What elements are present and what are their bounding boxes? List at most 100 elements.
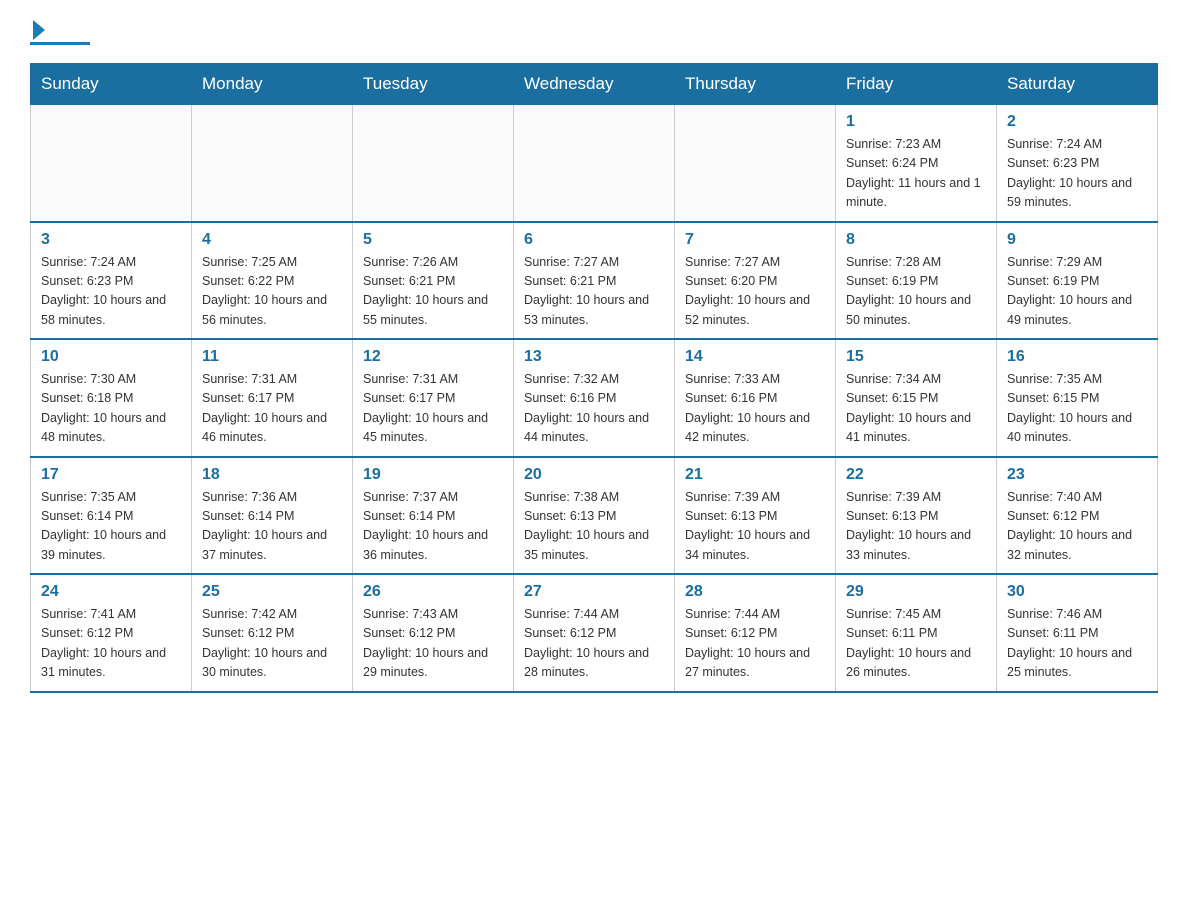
day-info: Sunrise: 7:45 AMSunset: 6:11 PMDaylight:…	[846, 605, 986, 683]
header-wednesday: Wednesday	[514, 64, 675, 105]
calendar-cell	[31, 105, 192, 222]
day-info: Sunrise: 7:39 AMSunset: 6:13 PMDaylight:…	[846, 488, 986, 566]
day-number: 21	[685, 466, 825, 484]
day-number: 18	[202, 466, 342, 484]
day-number: 6	[524, 231, 664, 249]
day-info: Sunrise: 7:38 AMSunset: 6:13 PMDaylight:…	[524, 488, 664, 566]
calendar-cell: 13 Sunrise: 7:32 AMSunset: 6:16 PMDayligh…	[514, 339, 675, 457]
header-saturday: Saturday	[997, 64, 1158, 105]
logo-arrow-icon	[33, 20, 45, 40]
calendar-cell: 11Sunrise: 7:31 AMSunset: 6:17 PMDayligh…	[192, 339, 353, 457]
day-number: 25	[202, 583, 342, 601]
day-info: Sunrise: 7:26 AMSunset: 6:21 PMDaylight:…	[363, 253, 503, 331]
day-number: 30	[1007, 583, 1147, 601]
header-thursday: Thursday	[675, 64, 836, 105]
day-info: Sunrise: 7:31 AMSunset: 6:17 PMDaylight:…	[202, 370, 342, 448]
day-number: 1	[846, 113, 986, 131]
calendar-cell: 30 Sunrise: 7:46 AMSunset: 6:11 PMDayligh…	[997, 574, 1158, 692]
day-number: 16	[1007, 348, 1147, 366]
calendar-cell: 1 Sunrise: 7:23 AMSunset: 6:24 PMDaylight…	[836, 105, 997, 222]
day-info: Sunrise: 7:23 AMSunset: 6:24 PMDaylight:…	[846, 135, 986, 213]
day-info: Sunrise: 7:41 AMSunset: 6:12 PMDaylight:…	[41, 605, 181, 683]
day-info: Sunrise: 7:33 AMSunset: 6:16 PMDaylight:…	[685, 370, 825, 448]
day-info: Sunrise: 7:31 AMSunset: 6:17 PMDaylight:…	[363, 370, 503, 448]
calendar-cell: 3Sunrise: 7:24 AMSunset: 6:23 PMDaylight…	[31, 222, 192, 340]
day-info: Sunrise: 7:24 AMSunset: 6:23 PMDaylight:…	[41, 253, 181, 331]
calendar-cell: 15 Sunrise: 7:34 AMSunset: 6:15 PMDayligh…	[836, 339, 997, 457]
day-number: 2	[1007, 113, 1147, 131]
day-info: Sunrise: 7:24 AMSunset: 6:23 PMDaylight:…	[1007, 135, 1147, 213]
calendar-cell: 20 Sunrise: 7:38 AMSunset: 6:13 PMDayligh…	[514, 457, 675, 575]
day-number: 20	[524, 466, 664, 484]
calendar-cell: 23Sunrise: 7:40 AMSunset: 6:12 PMDayligh…	[997, 457, 1158, 575]
calendar-cell: 28Sunrise: 7:44 AMSunset: 6:12 PMDayligh…	[675, 574, 836, 692]
day-info: Sunrise: 7:34 AMSunset: 6:15 PMDaylight:…	[846, 370, 986, 448]
day-number: 24	[41, 583, 181, 601]
header-friday: Friday	[836, 64, 997, 105]
day-info: Sunrise: 7:46 AMSunset: 6:11 PMDaylight:…	[1007, 605, 1147, 683]
day-number: 15	[846, 348, 986, 366]
calendar-cell: 25Sunrise: 7:42 AMSunset: 6:12 PMDayligh…	[192, 574, 353, 692]
day-info: Sunrise: 7:39 AMSunset: 6:13 PMDaylight:…	[685, 488, 825, 566]
logo-underline	[30, 42, 90, 45]
day-number: 23	[1007, 466, 1147, 484]
calendar-cell: 16 Sunrise: 7:35 AMSunset: 6:15 PMDayligh…	[997, 339, 1158, 457]
day-number: 8	[846, 231, 986, 249]
calendar-week-row: 3Sunrise: 7:24 AMSunset: 6:23 PMDaylight…	[31, 222, 1158, 340]
day-number: 4	[202, 231, 342, 249]
calendar-cell: 6 Sunrise: 7:27 AMSunset: 6:21 PMDaylight…	[514, 222, 675, 340]
calendar-cell	[192, 105, 353, 222]
day-number: 28	[685, 583, 825, 601]
page-header	[30, 20, 1158, 45]
calendar-week-row: 10Sunrise: 7:30 AMSunset: 6:18 PMDayligh…	[31, 339, 1158, 457]
day-number: 9	[1007, 231, 1147, 249]
header-sunday: Sunday	[31, 64, 192, 105]
day-number: 19	[363, 466, 503, 484]
calendar-cell: 29 Sunrise: 7:45 AMSunset: 6:11 PMDayligh…	[836, 574, 997, 692]
calendar-cell: 19 Sunrise: 7:37 AMSunset: 6:14 PMDayligh…	[353, 457, 514, 575]
calendar-cell	[514, 105, 675, 222]
calendar-cell: 2 Sunrise: 7:24 AMSunset: 6:23 PMDaylight…	[997, 105, 1158, 222]
day-info: Sunrise: 7:35 AMSunset: 6:15 PMDaylight:…	[1007, 370, 1147, 448]
day-info: Sunrise: 7:30 AMSunset: 6:18 PMDaylight:…	[41, 370, 181, 448]
calendar-week-row: 1 Sunrise: 7:23 AMSunset: 6:24 PMDaylight…	[31, 105, 1158, 222]
calendar-week-row: 17Sunrise: 7:35 AMSunset: 6:14 PMDayligh…	[31, 457, 1158, 575]
day-number: 12	[363, 348, 503, 366]
day-number: 7	[685, 231, 825, 249]
day-info: Sunrise: 7:27 AMSunset: 6:21 PMDaylight:…	[524, 253, 664, 331]
calendar-table: SundayMondayTuesdayWednesdayThursdayFrid…	[30, 63, 1158, 693]
day-info: Sunrise: 7:36 AMSunset: 6:14 PMDaylight:…	[202, 488, 342, 566]
day-info: Sunrise: 7:25 AMSunset: 6:22 PMDaylight:…	[202, 253, 342, 331]
header-tuesday: Tuesday	[353, 64, 514, 105]
header-monday: Monday	[192, 64, 353, 105]
day-number: 5	[363, 231, 503, 249]
calendar-cell: 18 Sunrise: 7:36 AMSunset: 6:14 PMDayligh…	[192, 457, 353, 575]
day-number: 29	[846, 583, 986, 601]
day-number: 27	[524, 583, 664, 601]
calendar-cell: 9 Sunrise: 7:29 AMSunset: 6:19 PMDaylight…	[997, 222, 1158, 340]
calendar-cell: 14 Sunrise: 7:33 AMSunset: 6:16 PMDayligh…	[675, 339, 836, 457]
day-info: Sunrise: 7:29 AMSunset: 6:19 PMDaylight:…	[1007, 253, 1147, 331]
calendar-cell	[353, 105, 514, 222]
day-info: Sunrise: 7:43 AMSunset: 6:12 PMDaylight:…	[363, 605, 503, 683]
calendar-cell: 7 Sunrise: 7:27 AMSunset: 6:20 PMDaylight…	[675, 222, 836, 340]
calendar-week-row: 24 Sunrise: 7:41 AMSunset: 6:12 PMDayligh…	[31, 574, 1158, 692]
day-info: Sunrise: 7:37 AMSunset: 6:14 PMDaylight:…	[363, 488, 503, 566]
day-info: Sunrise: 7:32 AMSunset: 6:16 PMDaylight:…	[524, 370, 664, 448]
calendar-cell: 24 Sunrise: 7:41 AMSunset: 6:12 PMDayligh…	[31, 574, 192, 692]
calendar-cell: 21 Sunrise: 7:39 AMSunset: 6:13 PMDayligh…	[675, 457, 836, 575]
calendar-cell: 10Sunrise: 7:30 AMSunset: 6:18 PMDayligh…	[31, 339, 192, 457]
day-info: Sunrise: 7:27 AMSunset: 6:20 PMDaylight:…	[685, 253, 825, 331]
calendar-cell: 22Sunrise: 7:39 AMSunset: 6:13 PMDayligh…	[836, 457, 997, 575]
calendar-cell: 12 Sunrise: 7:31 AMSunset: 6:17 PMDayligh…	[353, 339, 514, 457]
day-number: 13	[524, 348, 664, 366]
calendar-cell: 8Sunrise: 7:28 AMSunset: 6:19 PMDaylight…	[836, 222, 997, 340]
day-number: 14	[685, 348, 825, 366]
calendar-cell: 27 Sunrise: 7:44 AMSunset: 6:12 PMDayligh…	[514, 574, 675, 692]
calendar-cell: 26 Sunrise: 7:43 AMSunset: 6:12 PMDayligh…	[353, 574, 514, 692]
day-number: 17	[41, 466, 181, 484]
day-info: Sunrise: 7:44 AMSunset: 6:12 PMDaylight:…	[524, 605, 664, 683]
calendar-cell	[675, 105, 836, 222]
calendar-cell: 17Sunrise: 7:35 AMSunset: 6:14 PMDayligh…	[31, 457, 192, 575]
day-number: 26	[363, 583, 503, 601]
